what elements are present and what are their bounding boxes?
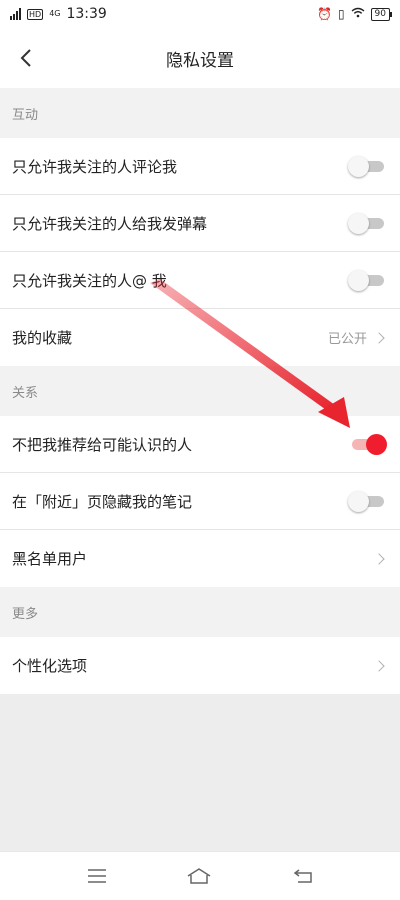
- menu-icon: [88, 869, 106, 883]
- row-label: 只允许我关注的人给我发弹幕: [12, 214, 208, 233]
- toggle-only-followed-mention[interactable]: [348, 268, 386, 292]
- status-right: ⏰ ▯ 90: [316, 7, 393, 22]
- home-icon: [187, 868, 211, 884]
- row-hide-notes-nearby[interactable]: 在「附近」页隐藏我的笔记: [0, 473, 400, 530]
- toggle-hide-from-recommendations[interactable]: [348, 432, 387, 456]
- home-button[interactable]: [184, 862, 214, 890]
- row-label: 个性化选项: [12, 657, 88, 675]
- row-label: 黑名单用户: [12, 550, 88, 568]
- row-blacklist[interactable]: 黑名单用户: [0, 530, 400, 587]
- nav-bar: 隐私设置: [0, 28, 400, 88]
- row-label: 在「附近」页隐藏我的笔记: [12, 492, 193, 511]
- menu-button[interactable]: [82, 862, 112, 890]
- chevron-left-icon: [20, 49, 31, 67]
- status-bar: HD 4G 13:39 ⏰ ▯ 90: [0, 0, 400, 28]
- section-header-more: 更多: [0, 587, 400, 637]
- toggle-only-followed-danmaku[interactable]: [348, 211, 386, 235]
- status-left: HD 4G 13:39: [10, 6, 107, 22]
- settings-list: 互动 只允许我关注的人评论我 只允许我关注的人给我发弹幕 只允许我关注的人@ 我…: [0, 88, 400, 694]
- row-only-followed-danmaku[interactable]: 只允许我关注的人给我发弹幕: [0, 195, 400, 252]
- section-header-interaction: 互动: [0, 88, 400, 138]
- toggle-hide-notes-nearby[interactable]: [348, 489, 386, 513]
- row-right: 已公开: [328, 328, 386, 347]
- back-button[interactable]: [8, 40, 44, 76]
- signal-icon: [10, 8, 21, 20]
- row-label: 只允许我关注的人@ 我: [12, 271, 167, 290]
- chevron-right-icon: [373, 331, 385, 344]
- section-header-relationship: 关系: [0, 366, 400, 416]
- wifi-icon: [351, 7, 365, 22]
- network-label: 4G: [49, 9, 61, 18]
- row-personalization[interactable]: 个性化选项: [0, 637, 400, 694]
- collection-visibility-value: 已公开: [327, 332, 367, 347]
- vibrate-icon: ▯: [337, 7, 345, 21]
- row-label: 不把我推荐给可能认识的人: [12, 435, 193, 454]
- hd-badge: HD: [27, 8, 44, 20]
- row-hide-from-recommendations[interactable]: 不把我推荐给可能认识的人: [0, 416, 400, 473]
- system-nav-bar: [0, 851, 400, 900]
- row-only-followed-comment[interactable]: 只允许我关注的人评论我: [0, 138, 400, 195]
- alarm-icon: ⏰: [316, 7, 332, 21]
- clock: 13:39: [66, 6, 107, 22]
- row-label: 我的收藏: [12, 329, 73, 347]
- page-title: 隐私设置: [166, 50, 234, 71]
- back-icon: [293, 869, 312, 883]
- row-label: 只允许我关注的人评论我: [12, 157, 178, 176]
- row-my-collection[interactable]: 我的收藏 已公开: [0, 309, 400, 366]
- chevron-right-icon: [373, 659, 385, 672]
- row-only-followed-mention[interactable]: 只允许我关注的人@ 我: [0, 252, 400, 309]
- chevron-right-icon: [373, 552, 385, 565]
- battery-icon: 90: [370, 7, 393, 21]
- toggle-only-followed-comment[interactable]: [348, 154, 386, 178]
- back-nav-button[interactable]: [288, 862, 318, 890]
